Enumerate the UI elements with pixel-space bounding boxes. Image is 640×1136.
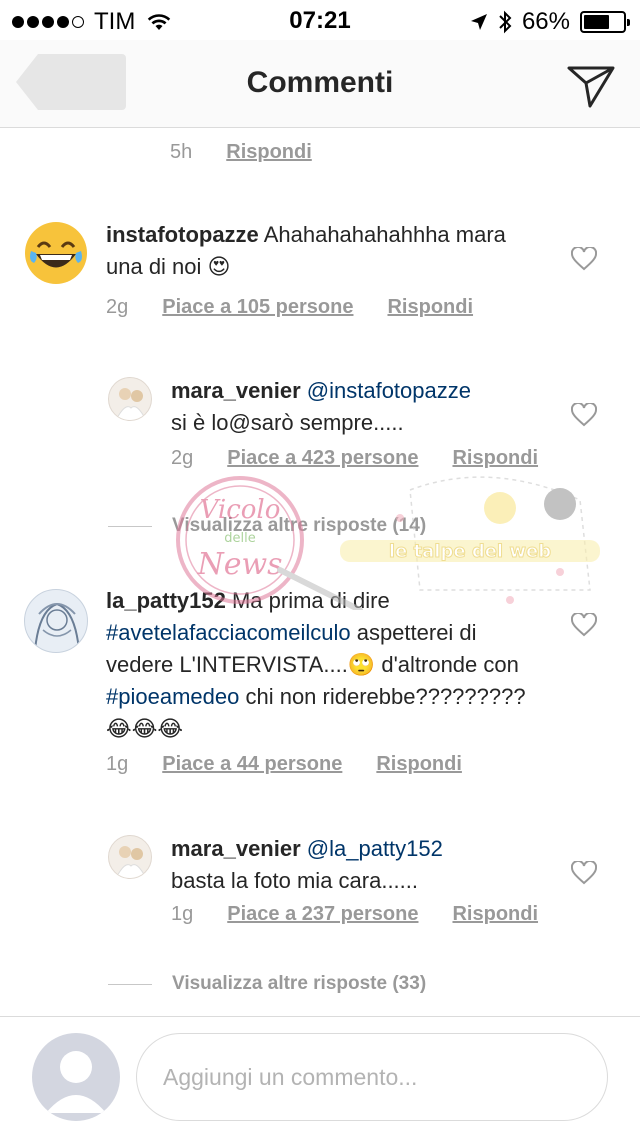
- comment-text: Ma prima di dire: [231, 588, 390, 613]
- comment-body: la_patty152 Ma prima di dire #avetelafac…: [106, 585, 546, 745]
- divider-line: [108, 525, 152, 527]
- reply-mara-venier-2: mara_venier @la_patty152 basta la foto m…: [0, 829, 640, 949]
- like-heart-icon[interactable]: [571, 247, 597, 271]
- comment-username[interactable]: mara_venier: [171, 378, 301, 403]
- comment-body: instafotopazze Ahahahahahahhha mara una …: [106, 219, 546, 283]
- send-paper-plane-icon[interactable]: [566, 60, 616, 110]
- reply-link[interactable]: Rispondi: [226, 141, 312, 164]
- user-avatar[interactable]: [108, 835, 152, 879]
- likes-link[interactable]: Piace a 44 persone: [162, 753, 342, 776]
- comment-composer: [0, 1016, 640, 1136]
- battery-percent: 66%: [521, 8, 570, 35]
- sketch-portrait-avatar[interactable]: [24, 589, 88, 653]
- comment-meta: 1g Piace a 44 persone Rispondi: [106, 753, 496, 776]
- reply-link[interactable]: Rispondi: [387, 296, 473, 319]
- comment-input[interactable]: [136, 1033, 608, 1121]
- user-avatar[interactable]: [108, 377, 152, 421]
- reply-link[interactable]: Rispondi: [452, 447, 538, 470]
- comment-la-patty152: la_patty152 Ma prima di dire #avetelafac…: [0, 581, 640, 781]
- comment-body: mara_venier @instafotopazze si è lo@sarò…: [171, 375, 551, 439]
- hashtag-link[interactable]: #pioeamedeo: [106, 684, 239, 709]
- battery-icon: [580, 11, 630, 33]
- like-heart-icon[interactable]: [571, 403, 597, 427]
- divider-line: [108, 983, 152, 985]
- like-heart-icon[interactable]: [571, 861, 597, 885]
- top-comment-meta: 5h Rispondi: [170, 141, 346, 164]
- laughing-emoji-avatar[interactable]: [24, 221, 88, 285]
- view-more-replies-2[interactable]: Visualizza altre risposte (33): [108, 973, 426, 995]
- comment-meta: 2g Piace a 105 persone Rispondi: [106, 296, 507, 319]
- battery-fill: [584, 15, 610, 29]
- comment-text: d'altronde con: [381, 652, 519, 677]
- likes-link[interactable]: Piace a 237 persone: [227, 903, 418, 926]
- likes-link[interactable]: Piace a 105 persone: [162, 296, 353, 319]
- reply-link[interactable]: Rispondi: [452, 903, 538, 926]
- comment-text: basta la foto mia cara......: [171, 868, 419, 893]
- comment-time: 1g: [106, 753, 129, 775]
- bluetooth-icon: [499, 10, 512, 34]
- eye-roll-emoji: 🙄: [347, 652, 376, 677]
- comment-username[interactable]: instafotopazze: [106, 222, 259, 247]
- comment-time: 2g: [106, 296, 129, 318]
- comments-list[interactable]: 5h Rispondi instafotopazze Ahahahahahahh…: [0, 129, 640, 1016]
- nav-bar: Commenti: [0, 40, 640, 128]
- default-user-avatar-icon[interactable]: [32, 1033, 120, 1121]
- laughing-emoji: 😂😂😂: [106, 716, 184, 741]
- view-more-label[interactable]: Visualizza altre risposte (14): [172, 515, 426, 537]
- comment-body: mara_venier @la_patty152 basta la foto m…: [171, 833, 551, 897]
- mention-link[interactable]: @instafotopazze: [307, 378, 471, 403]
- comment-time: 1g: [171, 903, 194, 925]
- reply-mara-venier-1: mara_venier @instafotopazze si è lo@sarò…: [0, 371, 640, 491]
- comment-text: chi non riderebbe?????????: [245, 684, 526, 709]
- page-title: Commenti: [246, 66, 394, 99]
- like-heart-icon[interactable]: [571, 613, 597, 637]
- status-right: 66%: [470, 8, 630, 36]
- status-bar: TIM 07:21 66%: [0, 0, 640, 40]
- comment-username[interactable]: mara_venier: [171, 836, 301, 861]
- heart-eyes-emoji: 😍: [207, 254, 231, 279]
- location-arrow-icon: [470, 14, 487, 30]
- comment-time: 5h: [170, 141, 193, 163]
- likes-link[interactable]: Piace a 423 persone: [227, 447, 418, 470]
- view-more-label[interactable]: Visualizza altre risposte (33): [172, 973, 426, 995]
- mention-link[interactable]: @la_patty152: [307, 836, 443, 861]
- comment-username[interactable]: la_patty152: [106, 588, 226, 613]
- comment-time: 2g: [171, 447, 194, 469]
- comment-meta: 2g Piace a 423 persone Rispondi: [171, 447, 572, 470]
- comment-text: si è lo@sarò sempre.....: [171, 410, 404, 435]
- view-more-replies-1[interactable]: Visualizza altre risposte (14): [108, 515, 426, 537]
- reply-link[interactable]: Rispondi: [376, 753, 462, 776]
- comment-instafotopazze: instafotopazze Ahahahahahahhha mara una …: [0, 215, 640, 335]
- comment-meta: 1g Piace a 237 persone Rispondi: [171, 903, 572, 926]
- hashtag-link[interactable]: #avetelafacciacomeilculo: [106, 620, 351, 645]
